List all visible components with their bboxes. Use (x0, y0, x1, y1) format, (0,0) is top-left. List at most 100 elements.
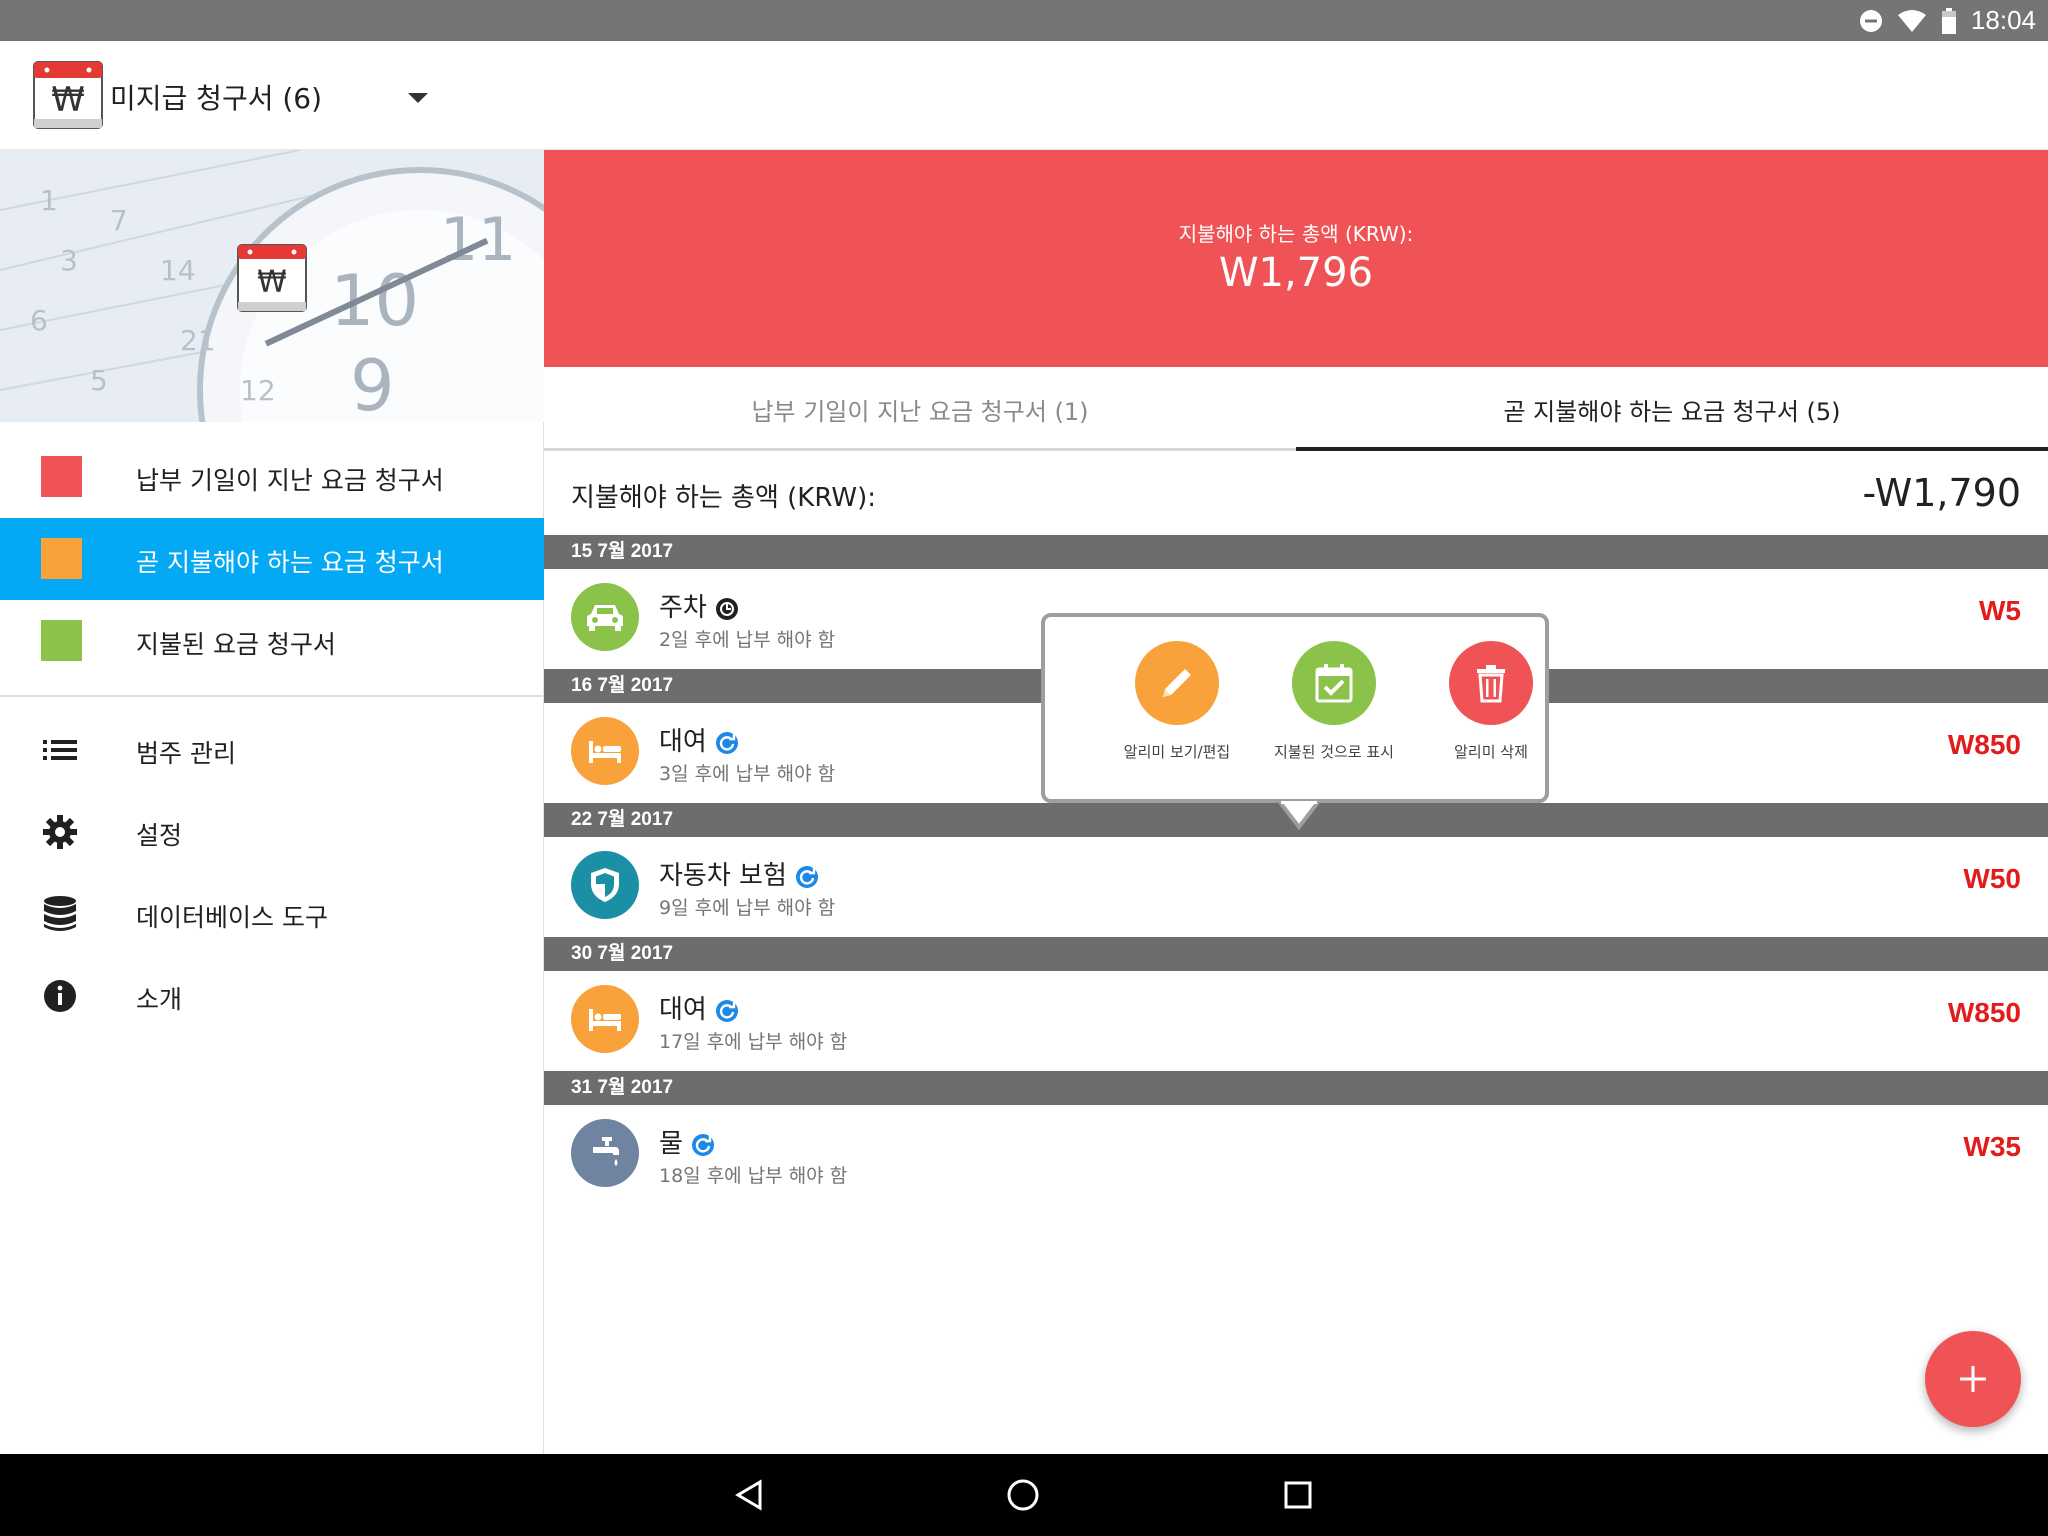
nav-item-label: 데이터베이스 도구 (136, 903, 328, 932)
info-icon (41, 977, 79, 1015)
repeat-badge-icon (715, 731, 738, 754)
screen: 18:04 ₩ 미지급 청구서 (6) 10 9 11 1 7 14 6 21 … (0, 0, 2048, 1536)
bill-amount: W850 (1947, 729, 2021, 760)
svg-text:10: 10 (330, 260, 419, 342)
battery-icon (1941, 7, 1956, 34)
total-value: -W1,790 (1862, 471, 2021, 515)
drawer-divider (0, 695, 544, 697)
nav-item-label: 곧 지불해야 하는 요금 청구서 (136, 548, 444, 577)
plus-icon (1960, 1366, 1986, 1392)
delete-reminder-button[interactable]: 알리미 삭제 (1411, 641, 1571, 781)
edit-reminder-button[interactable]: 알리미 보기/편집 (1097, 641, 1257, 781)
svg-text:7: 7 (110, 204, 128, 237)
svg-text:3: 3 (60, 244, 78, 277)
add-bill-button[interactable] (1925, 1331, 2021, 1427)
bill-row[interactable]: 물 18일 후에 납부 해야 함 W35 (544, 1105, 2048, 1205)
bill-row[interactable]: 대여 17일 후에 납부 해야 함 W850 (544, 971, 2048, 1071)
nav-item-about[interactable]: 소개 (0, 955, 544, 1037)
svg-text:14: 14 (160, 254, 196, 287)
date-header: 15 7월 2017 (544, 535, 2048, 569)
home-button[interactable] (999, 1471, 1047, 1519)
tab-bar: 납부 기일이 지난 요금 청구서 (1) 곧 지불해야 하는 요금 청구서 (5… (544, 367, 2048, 451)
mark-as-paid-button[interactable]: 지불된 것으로 표시 (1254, 641, 1414, 781)
drawer-header: 10 9 11 1 7 14 6 21 5 12 3 ₩ (0, 150, 544, 422)
app-logo-icon: ₩ (237, 244, 307, 312)
bill-due: 17일 후에 납부 해야 함 (659, 1031, 848, 1053)
bill-name: 물 (659, 1129, 683, 1159)
nav-item-settings[interactable]: 설정 (0, 791, 544, 873)
bill-due: 9일 후에 납부 해야 함 (659, 897, 836, 919)
bed-icon (571, 717, 639, 785)
repeat-badge-icon (691, 1133, 714, 1156)
pencil-icon (1135, 641, 1219, 725)
popup-action-label: 지불된 것으로 표시 (1274, 743, 1394, 761)
svg-text:1: 1 (40, 184, 58, 217)
system-nav-bar (0, 1454, 2048, 1536)
calendar-check-icon (1292, 641, 1376, 725)
total-row: 지불해야 하는 총액 (KRW): -W1,790 (544, 451, 2048, 535)
nav-item-due-soon-bills[interactable]: 곧 지불해야 하는 요금 청구서 (0, 518, 544, 600)
bill-name-row: 자동차 보험 (659, 855, 819, 892)
tab-overdue[interactable]: 납부 기일이 지난 요금 청구서 (1) (544, 367, 1296, 451)
nav-item-label: 납부 기일이 지난 요금 청구서 (136, 466, 444, 495)
bill-name: 대여 (659, 995, 707, 1025)
svg-text:12: 12 (240, 374, 276, 407)
navigation-drawer: 10 9 11 1 7 14 6 21 5 12 3 ₩ 납부 기일이 지난 요금 청 (0, 150, 544, 1454)
svg-text:6: 6 (30, 304, 48, 337)
summary-amount: W1,796 (1218, 250, 1374, 296)
chevron-down-icon[interactable] (406, 91, 430, 105)
database-icon (41, 895, 79, 933)
car-icon (571, 583, 639, 651)
bill-amount: W5 (1979, 595, 2021, 626)
nav-item-label: 지불된 요금 청구서 (136, 630, 336, 659)
bill-actions-popup: 알리미 보기/편집 지불된 것으로 표시 알리미 삭제 (1041, 613, 1549, 803)
bed-icon (571, 985, 639, 1053)
svg-text:21: 21 (180, 324, 216, 357)
overdue-color-swatch (41, 456, 82, 497)
popup-pointer (1279, 801, 1319, 831)
once-badge-icon (715, 597, 738, 620)
app-title[interactable]: 미지급 청구서 (6) (110, 77, 322, 117)
bill-due: 18일 후에 납부 해야 함 (659, 1165, 848, 1187)
bill-due: 3일 후에 납부 해야 함 (659, 763, 836, 785)
svg-text:9: 9 (350, 345, 395, 422)
recents-button[interactable] (1274, 1471, 1322, 1519)
summary-label: 지불해야 하는 총액 (KRW): (1178, 222, 1414, 246)
trash-icon (1449, 641, 1533, 725)
popup-action-label: 알리미 삭제 (1454, 743, 1528, 761)
do-not-disturb-icon (1859, 9, 1882, 32)
gear-icon (41, 813, 79, 851)
shield-icon (571, 851, 639, 919)
status-bar: 18:04 (0, 0, 2048, 41)
total-label: 지불해야 하는 총액 (KRW): (571, 483, 876, 513)
repeat-badge-icon (795, 865, 818, 888)
tab-due-soon[interactable]: 곧 지불해야 하는 요금 청구서 (5) (1296, 367, 2048, 451)
paid-color-swatch (41, 620, 82, 661)
due-soon-color-swatch (41, 538, 82, 579)
svg-text:₩: ₩ (51, 80, 85, 120)
bill-row[interactable]: 자동차 보험 9일 후에 납부 해야 함 W50 (544, 837, 2048, 937)
bill-amount: W850 (1947, 997, 2021, 1028)
svg-text:11: 11 (440, 205, 516, 275)
summary-banner: 지불해야 하는 총액 (KRW): W1,796 (544, 150, 2048, 367)
repeat-badge-icon (715, 999, 738, 1022)
nav-item-paid-bills[interactable]: 지불된 요금 청구서 (0, 600, 544, 682)
svg-text:5: 5 (90, 364, 108, 397)
nav-item-database-tools[interactable]: 데이터베이스 도구 (0, 873, 544, 955)
bill-name-row: 주차 (659, 587, 739, 624)
bill-amount: W35 (1963, 1131, 2021, 1162)
svg-text:₩: ₩ (257, 265, 287, 300)
nav-item-label: 범주 관리 (136, 739, 236, 768)
status-time: 18:04 (1970, 5, 2036, 35)
bill-name: 자동차 보험 (659, 861, 787, 891)
nav-item-label: 설정 (136, 821, 183, 850)
bill-name: 대여 (659, 727, 707, 757)
nav-item-overdue-bills[interactable]: 납부 기일이 지난 요금 청구서 (0, 436, 544, 518)
bill-name-row: 물 (659, 1123, 715, 1160)
popup-action-label: 알리미 보기/편집 (1123, 743, 1231, 761)
back-button[interactable] (725, 1471, 773, 1519)
wifi-icon (1897, 9, 1926, 32)
status-icons: 18:04 (1859, 0, 2036, 41)
bill-name: 주차 (659, 593, 707, 623)
nav-item-manage-categories[interactable]: 범주 관리 (0, 709, 544, 791)
